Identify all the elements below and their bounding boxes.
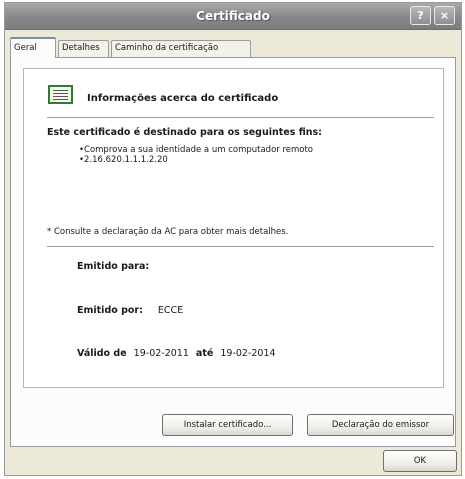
issued-by-value: ECCE (157, 305, 184, 316)
ca-statement-note: * Consulte a declaração da AC para obter… (47, 227, 289, 237)
valid-to-value: 19-02-2014 (220, 348, 276, 359)
divider-bottom (47, 246, 434, 247)
info-title: Informações acerca do certificado (87, 93, 279, 104)
issued-to-label: Emitido para: (77, 261, 150, 272)
valid-to-label: até (195, 348, 214, 359)
title-bar[interactable]: Certificado ? × (5, 3, 461, 30)
close-button[interactable]: × (434, 6, 455, 25)
certificate-dialog: Certificado ? × Geral Detalhes Caminho d… (4, 2, 462, 476)
window-title: Certificado (196, 9, 270, 23)
ok-button[interactable]: OK (383, 450, 457, 472)
purpose-item: •Comprova a sua identidade a um computad… (79, 145, 314, 155)
purpose-item: •2.16.620.1.1.1.2.20 (79, 155, 168, 165)
purpose-heading: Este certificado é destinado para os seg… (47, 127, 322, 138)
issued-by-label: Emitido por: (77, 305, 143, 316)
issuer-statement-button[interactable]: Declaração do emissor (307, 414, 454, 436)
tab-certification-path[interactable]: Caminho da certificação (111, 40, 251, 57)
certificate-icon (48, 85, 73, 104)
validity-field: Válido de 19-02-2011 até 19-02-2014 (77, 348, 276, 359)
issued-by-field: Emitido por: ECCE (77, 305, 183, 316)
divider-top (47, 117, 434, 118)
purpose-list: •Comprova a sua identidade a um computad… (79, 145, 313, 165)
valid-from-value: 19-02-2011 (133, 348, 189, 359)
help-button[interactable]: ? (410, 6, 431, 25)
tab-panel-general (10, 57, 456, 447)
tab-general[interactable]: Geral (10, 37, 56, 58)
issued-to-field: Emitido para: (77, 261, 149, 272)
install-certificate-button[interactable]: Instalar certificado... (162, 414, 293, 436)
tab-details[interactable]: Detalhes (58, 40, 109, 57)
valid-from-label: Válido de (77, 348, 127, 359)
